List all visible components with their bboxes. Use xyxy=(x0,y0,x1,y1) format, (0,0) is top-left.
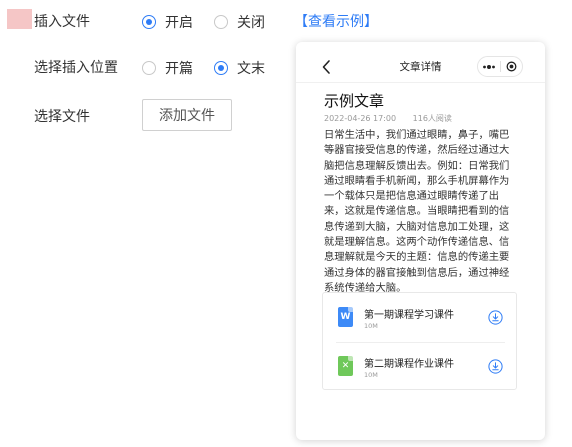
more-dots-icon[interactable] xyxy=(478,57,500,76)
radio-checked-icon xyxy=(214,61,228,75)
radio-checked-icon xyxy=(142,15,156,29)
insert-file-on-label: 开启 xyxy=(165,15,193,31)
attachment-size: 10M xyxy=(364,371,378,379)
insert-file-label: 插入文件 xyxy=(34,14,90,30)
view-example-link[interactable]: 【查看示例】 xyxy=(294,11,378,31)
excel-file-icon: ✕ xyxy=(338,356,353,376)
word-file-icon: W xyxy=(338,307,353,327)
chevron-left-icon[interactable] xyxy=(320,59,334,75)
nav-divider xyxy=(296,82,545,83)
select-file-label: 选择文件 xyxy=(34,109,90,125)
insert-position-label: 选择插入位置 xyxy=(34,60,118,76)
download-icon[interactable] xyxy=(488,310,503,325)
article-date: 2022-04-26 17:00 xyxy=(324,114,397,123)
article-read-count: 116人阅读 xyxy=(412,114,452,123)
insert-file-off-radio[interactable]: 关闭 xyxy=(214,12,265,32)
record-circle-icon[interactable] xyxy=(501,57,523,76)
position-start-label: 开篇 xyxy=(165,61,193,77)
redacted-block xyxy=(7,9,32,29)
mini-program-capsule xyxy=(477,56,523,77)
article-preview-panel: 文章详情 示例文章 2022-04-26 17:00 116人阅读 日常生活中，… xyxy=(296,42,545,440)
attachment-size: 10M xyxy=(364,322,378,330)
attachment-item[interactable]: ✕ 第二期课程作业课件 10M xyxy=(323,342,516,390)
attachment-name: 第一期课程学习课件 xyxy=(364,310,454,321)
radio-unchecked-icon xyxy=(142,61,156,75)
attachment-name: 第二期课程作业课件 xyxy=(364,359,454,370)
article-meta: 2022-04-26 17:00 116人阅读 xyxy=(324,113,466,124)
article-body: 日常生活中，我们通过眼睛，鼻子，嘴巴等器官接受信息的传递，然后经过通过大脑把信息… xyxy=(324,129,510,294)
radio-unchecked-icon xyxy=(214,15,228,29)
attachment-list: W 第一期课程学习课件 10M ✕ 第二期课程作业课件 10M xyxy=(322,292,517,390)
position-start-radio[interactable]: 开篇 xyxy=(142,58,193,78)
add-file-button[interactable]: 添加文件 xyxy=(142,99,232,131)
insert-file-off-label: 关闭 xyxy=(237,15,265,31)
attachment-item[interactable]: W 第一期课程学习课件 10M xyxy=(323,293,516,341)
article-title: 示例文章 xyxy=(324,92,385,110)
position-end-label: 文末 xyxy=(237,61,265,77)
position-end-radio[interactable]: 文末 xyxy=(214,58,265,78)
download-icon[interactable] xyxy=(488,359,503,374)
insert-file-on-radio[interactable]: 开启 xyxy=(142,12,193,32)
